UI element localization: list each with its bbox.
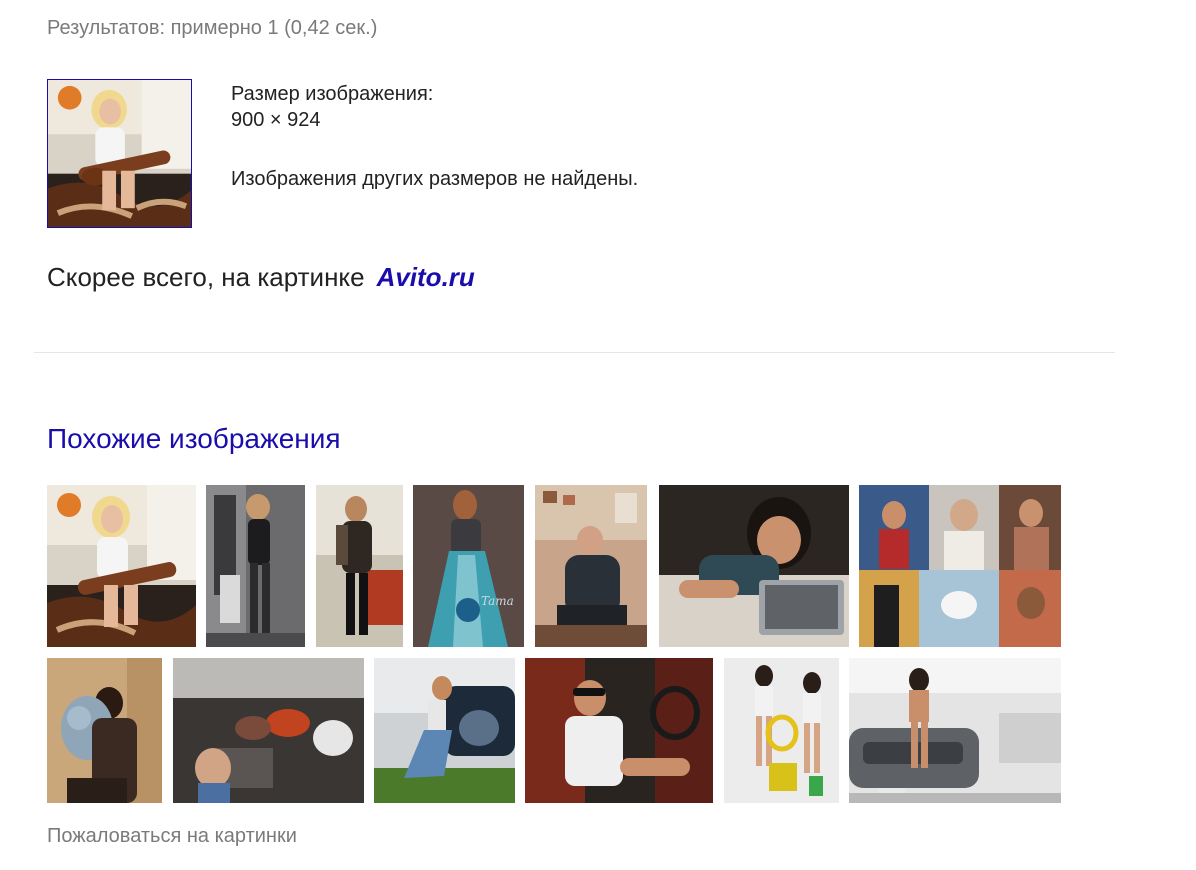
results-stats: Результатов: примерно 1 (0,42 сек.): [47, 17, 378, 39]
similar-image-2[interactable]: [206, 485, 305, 647]
similar-photo-1-icon: [47, 485, 196, 647]
similar-photo-3-icon: [316, 485, 403, 647]
similar-image-6[interactable]: [659, 485, 849, 647]
similar-photo-9-icon: [173, 658, 364, 803]
similar-image-11[interactable]: [525, 658, 713, 803]
similar-image-5[interactable]: [535, 485, 647, 647]
best-guess: Скорее всего, на картинке Avito.ru: [47, 262, 475, 293]
similar-image-1[interactable]: [47, 485, 196, 647]
image-info: Размер изображения: 900 × 924 Изображени…: [231, 81, 638, 192]
query-photo-icon: [48, 80, 191, 227]
similar-image-10[interactable]: [374, 658, 515, 803]
similar-image-8[interactable]: [47, 658, 162, 803]
report-images-link[interactable]: Пожаловаться на картинки: [47, 825, 297, 848]
best-guess-prefix: Скорее всего, на картинке: [47, 262, 365, 292]
similar-images-heading[interactable]: Похожие изображения: [47, 423, 341, 455]
similar-image-4[interactable]: Tama: [413, 485, 524, 647]
similar-photo-2-icon: [206, 485, 305, 647]
similar-photo-12-icon: [724, 658, 839, 803]
similar-photo-11-icon: [525, 658, 713, 803]
image-size-label: Размер изображения:: [231, 83, 434, 105]
best-guess-link[interactable]: Avito.ru: [377, 262, 475, 292]
query-image-thumbnail[interactable]: [47, 79, 192, 228]
similar-image-7[interactable]: [859, 485, 1061, 647]
other-sizes-message: Изображения других размеров не найдены.: [231, 168, 639, 190]
similar-photo-4-icon: Tama: [413, 485, 524, 647]
similar-photo-13-icon: [849, 658, 1061, 803]
similar-image-13[interactable]: [849, 658, 1061, 803]
similar-photo-6-icon: [659, 485, 849, 647]
similar-photo-10-icon: [374, 658, 515, 803]
similar-photo-5-icon: [535, 485, 647, 647]
similar-image-3[interactable]: [316, 485, 403, 647]
similar-image-12[interactable]: [724, 658, 839, 803]
similar-image-9[interactable]: [173, 658, 364, 803]
similar-photo-8-icon: [47, 658, 162, 803]
svg-text:Tama: Tama: [481, 594, 514, 608]
similar-photo-7-icon: [859, 485, 1061, 647]
image-size-value: 900 × 924: [231, 109, 321, 131]
section-divider: [34, 352, 1115, 353]
